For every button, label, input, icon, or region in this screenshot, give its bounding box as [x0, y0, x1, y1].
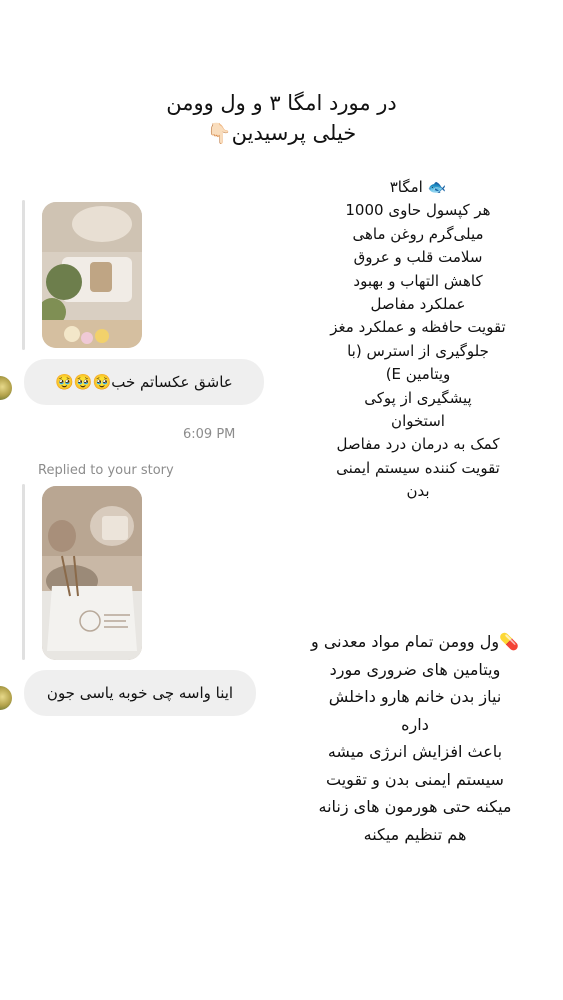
avatar[interactable] — [0, 686, 12, 710]
omega3-line: جلوگیری از استرس (با — [347, 341, 489, 360]
omega3-line: تقویت حافظه و عملکرد مغز — [330, 318, 506, 337]
omega3-line: 🐟 امگا۳ — [389, 178, 447, 196]
wellwoman-line: نیاز بدن خانم هارو داخلش — [328, 687, 502, 706]
omega3-line: کمک به درمان درد مفاصل — [336, 435, 500, 454]
omega3-line: کاهش التهاب و بهبود — [353, 271, 483, 290]
omega3-line: ویتامین E) — [385, 365, 451, 384]
wellwoman-line: داره — [401, 714, 429, 734]
omega3-line: هر کپسول حاوی 1000 — [345, 201, 491, 220]
story-photo-image — [42, 486, 142, 660]
message-bubble[interactable]: عاشق عکساتم خب🥹🥹🥹 — [24, 359, 264, 405]
avatar[interactable] — [0, 376, 12, 400]
wellwoman-line: میکنه حتی هورمون های زنانه — [318, 797, 512, 816]
wellwoman-line: باعث افزایش انرژی میشه — [327, 742, 503, 761]
pointing-down-icon: 👇🏻 — [206, 121, 232, 145]
message-timestamp: 6:09 PM — [183, 427, 236, 442]
wellwoman-description: 💊ول وومن تمام مواد معدنی و ویتامین های ض… — [290, 628, 540, 848]
omega3-line: بدن — [406, 482, 430, 501]
omega3-line: استخوان — [391, 412, 445, 431]
post-title-line2-text: خیلی پرسیدین — [231, 121, 357, 145]
story-thumbnail[interactable] — [42, 486, 142, 660]
wellwoman-line: 💊ول وومن تمام مواد معدنی و — [311, 632, 519, 651]
story-reply-bar — [22, 200, 25, 350]
message-bubble[interactable]: اینا واسه چی خوبه یاسی جون — [24, 670, 256, 716]
omega3-line: میلی‌گرم روغن ماهی — [352, 224, 484, 243]
story-photo-image — [42, 202, 142, 348]
omega3-description: 🐟 امگا۳ هر کپسول حاوی 1000 میلی‌گرم روغن… — [306, 176, 530, 504]
replied-to-story-label: Replied to your story — [38, 463, 174, 478]
omega3-line: تقویت کننده سیستم ایمنی — [336, 458, 500, 477]
story-thumbnail[interactable] — [42, 202, 142, 348]
wellwoman-line: ویتامین های ضروری مورد — [329, 659, 501, 679]
omega3-line: عملکرد مفاصل — [370, 295, 466, 314]
omega3-line: پیشگیری از پوکی — [364, 388, 472, 407]
omega3-line: سلامت قلب و عروق — [353, 248, 483, 267]
post-title-line1: در مورد امگا ۳ و ول وومن — [166, 91, 397, 115]
post-title-line2: خیلی پرسیدین👇🏻 — [0, 118, 563, 148]
story-reply-bar — [22, 484, 25, 660]
wellwoman-line: سیستم ایمنی بدن و تقویت — [326, 769, 504, 789]
wellwoman-line: هم تنظیم میکنه — [363, 824, 467, 844]
